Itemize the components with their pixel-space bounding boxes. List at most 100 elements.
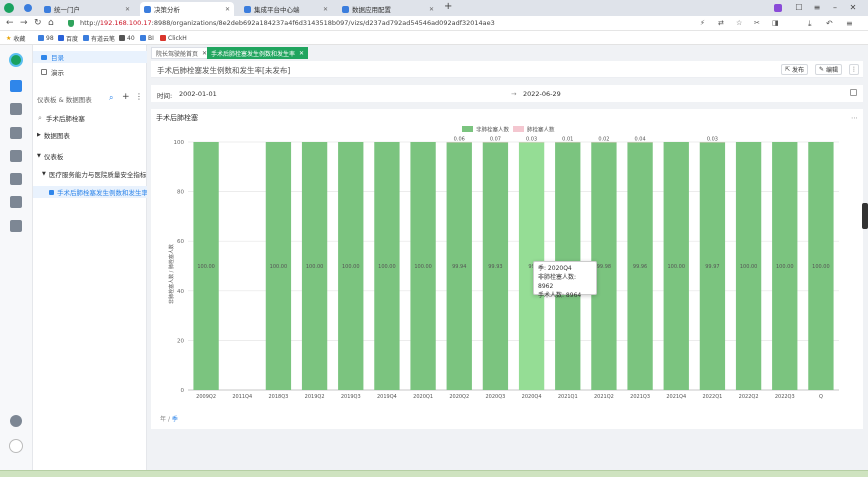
folder-icon xyxy=(41,54,47,60)
settings-icon[interactable] xyxy=(10,220,22,232)
more-icon[interactable]: ⋮ xyxy=(135,92,143,101)
app-logo-icon xyxy=(9,53,23,67)
bookmark-favorites[interactable]: ★ 收藏 xyxy=(6,33,25,43)
bookmark-baidu[interactable]: 百度 xyxy=(58,33,78,43)
search-icon: ⌕ xyxy=(38,113,42,122)
forward-icon[interactable]: → xyxy=(20,18,28,29)
dashboard-icon[interactable] xyxy=(10,80,22,92)
browser-extension-icon[interactable] xyxy=(774,4,782,12)
close-tab-icon[interactable]: ✕ xyxy=(299,50,304,57)
bar-value-label: 99.97 xyxy=(705,264,719,270)
translate-icon[interactable]: ⇄ xyxy=(718,18,724,29)
stacked-bar-chart: 手术后肺栓塞 ⋯ 非肺栓塞人数 肺栓塞人数 非肺栓塞人数 / 肺栓塞人数 0 20… xyxy=(156,113,858,400)
chart-more-icon[interactable]: ⋯ xyxy=(851,114,858,122)
bookmark-40[interactable]: 40 xyxy=(119,33,135,43)
favicon-icon xyxy=(58,35,64,41)
legend-label-non-pe[interactable]: 非肺栓塞人数 xyxy=(476,126,510,134)
x-tick-label: 2020Q1 xyxy=(413,394,433,400)
bookmark-clickhouse[interactable]: ClickH xyxy=(160,33,187,43)
drill-year[interactable]: 年 xyxy=(160,416,166,423)
x-tick-label: 2022Q2 xyxy=(739,394,759,400)
download-icon[interactable]: ⤓ xyxy=(808,18,812,29)
search-icon[interactable]: ⌕ xyxy=(109,93,113,103)
table-icon[interactable] xyxy=(10,103,22,115)
search-input[interactable]: ⌕ 手术后肺栓塞 xyxy=(33,112,147,124)
chart-legend: 非肺栓塞人数 肺栓塞人数 xyxy=(462,126,555,134)
bar-top-label: 0.01 xyxy=(562,137,573,143)
x-tick-label: 2021Q4 xyxy=(666,394,686,400)
tab-dean-cockpit[interactable]: 院长驾驶舱首页 ✕ xyxy=(151,47,213,59)
bookmark-youdao[interactable]: 有道云笔 xyxy=(83,33,115,43)
extensions-icon[interactable]: ◨ xyxy=(772,18,779,29)
tree-item-quality-indicators[interactable]: ▼ 医疗服务能力与医院质量安全指标 xyxy=(33,168,147,180)
bar-value-label: 100.00 xyxy=(342,264,360,270)
close-tab-icon[interactable]: ✕ xyxy=(429,6,434,13)
legend-swatch-pe xyxy=(513,126,524,132)
reload-icon[interactable]: ↻ xyxy=(34,18,42,29)
browser-tab-integration[interactable]: 集成平台中心端 ✕ xyxy=(240,2,332,16)
publish-icon: ⇱ xyxy=(785,66,791,73)
scissors-icon[interactable]: ✂ xyxy=(754,18,760,29)
minimize-icon[interactable]: – xyxy=(830,3,840,13)
legend-swatch-non-pe xyxy=(462,126,473,132)
favicon-icon xyxy=(160,35,166,41)
browser-tab-portal[interactable]: 统一门户 ✕ xyxy=(40,2,134,16)
caret-down-icon: ▼ xyxy=(42,171,46,177)
more-icon[interactable]: ≡ xyxy=(846,18,853,29)
tree-item-dashboards[interactable]: ▼ 仪表板 xyxy=(33,150,147,162)
date-from-input[interactable]: 2002-01-01 xyxy=(179,90,217,98)
browser-menu-icon[interactable] xyxy=(24,4,32,12)
caret-right-icon: ▶ xyxy=(37,132,41,138)
tab-pe-rate[interactable]: 手术后肺栓塞发生例数和发生率 ✕ xyxy=(207,47,309,59)
calendar-icon[interactable] xyxy=(850,89,857,96)
nav-directory[interactable]: 目录 xyxy=(33,51,147,63)
back-icon[interactable]: ← xyxy=(6,18,14,29)
side-drawer-handle[interactable] xyxy=(862,203,868,229)
home-icon[interactable]: ⌂ xyxy=(48,18,54,29)
url-input[interactable]: http://192.168.100.17:8988/organizations… xyxy=(80,18,690,29)
legend-label-pe[interactable]: 肺栓塞人数 xyxy=(527,126,555,134)
x-tick-label: 2019Q3 xyxy=(341,394,361,400)
undo-icon[interactable]: ↶ xyxy=(826,18,833,29)
browser-tab-data-config[interactable]: 数据应用配置 ✕ xyxy=(338,2,438,16)
x-tick-label: 2009Q2 xyxy=(196,394,216,400)
cloud-icon[interactable] xyxy=(10,415,22,427)
browser-tab-bar: 统一门户 ✕ 决策分析 ✕ 集成平台中心端 ✕ 数据应用配置 ✕ + ☐ ≡ –… xyxy=(0,0,868,16)
profile-icon[interactable]: ☐ xyxy=(794,3,804,13)
chart-title: 手术后肺栓塞 xyxy=(156,113,198,122)
permission-icon[interactable] xyxy=(10,196,22,208)
tree-item-pe-rate[interactable]: 手术后肺栓塞发生例数和发生率 xyxy=(33,186,147,198)
users-icon[interactable] xyxy=(10,173,22,185)
edit-button[interactable]: ✎ 编辑 xyxy=(815,64,843,75)
close-tab-icon[interactable]: ✕ xyxy=(323,6,328,13)
avatar[interactable] xyxy=(9,439,23,453)
drill-quarter[interactable]: 季 xyxy=(172,416,178,423)
menu-icon[interactable]: ≡ xyxy=(812,3,822,13)
date-to-input[interactable]: 2022-06-29 xyxy=(523,90,561,98)
schedule-icon[interactable] xyxy=(10,150,22,162)
lightning-icon[interactable]: ⚡ xyxy=(700,18,705,29)
x-tick-label: 2019Q2 xyxy=(305,394,325,400)
close-window-icon[interactable]: ✕ xyxy=(848,3,858,13)
navigation-panel: 目录 演示 仪表板 & 数据图表 ⌕ + ⋮ ⌕ 手术后肺栓塞 ▶ 数据图表 ▼… xyxy=(33,45,147,470)
site-favicon-icon xyxy=(44,5,51,13)
list-icon[interactable] xyxy=(10,127,22,139)
add-icon[interactable]: + xyxy=(122,92,130,102)
bookmark-bi[interactable]: BI xyxy=(140,33,154,43)
publish-button[interactable]: ⇱ 发布 xyxy=(781,64,809,75)
browser-tab-analysis[interactable]: 决策分析 ✕ xyxy=(140,2,234,16)
bar-value-label: 100.00 xyxy=(414,264,432,270)
x-tick-label: 2021Q2 xyxy=(594,394,614,400)
site-favicon-icon xyxy=(244,5,251,13)
tree-item-charts[interactable]: ▶ 数据图表 xyxy=(33,129,147,141)
star-icon[interactable]: ☆ xyxy=(736,18,742,29)
close-tab-icon[interactable]: ✕ xyxy=(225,6,230,13)
new-tab-button[interactable]: + xyxy=(444,1,452,12)
bookmark-98[interactable]: 98 xyxy=(38,33,54,43)
favicon-icon xyxy=(83,35,89,41)
nav-demo[interactable]: 演示 xyxy=(33,66,147,78)
close-tab-icon[interactable]: ✕ xyxy=(125,6,130,13)
star-icon: ★ xyxy=(6,34,12,42)
more-button[interactable]: ⋮ xyxy=(849,64,859,75)
browser-logo-icon[interactable] xyxy=(4,3,14,13)
